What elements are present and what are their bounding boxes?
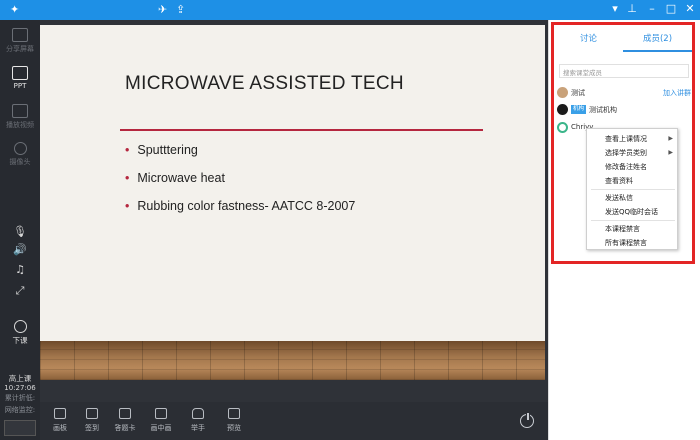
camera-label: 摄像头 <box>9 158 31 166</box>
menu-item-select-category[interactable]: 选择学员类别 <box>605 148 647 158</box>
slide-bullet-list: • Sputttering • Microwave heat • Rubbing co… <box>125 143 355 227</box>
tab-members[interactable]: 成员(2) <box>623 32 692 52</box>
slide-bullet: • Microwave heat <box>125 171 355 185</box>
answer-card-label: 答题卡 <box>114 424 136 432</box>
ppt-label: PPT <box>13 82 27 90</box>
submenu-arrow-icon: ▶ <box>668 149 673 156</box>
menu-separator <box>591 220 675 221</box>
camera-button[interactable]: 摄像头 <box>0 142 40 167</box>
share-screen-label: 分享屏幕 <box>6 45 34 53</box>
play-video-icon <box>12 104 28 118</box>
menu-item-mute-course[interactable]: 本课程禁言 <box>605 224 640 234</box>
app-logo-icon: ✦ <box>10 3 20 16</box>
member-context-menu: 查看上课情况 ▶ 选择学员类别 ▶ 修改备注姓名 查看资料 发送私信 发送QQ临… <box>586 128 678 250</box>
preview-button[interactable]: 预览 <box>219 408 249 433</box>
share-screen-icon <box>12 28 28 42</box>
menu-item-mute-all[interactable]: 所有课程禁言 <box>605 238 647 248</box>
microphone-icon[interactable]: 🎙 <box>0 225 40 238</box>
submenu-arrow-icon: ▶ <box>668 135 673 142</box>
classroom-app: ✦ ✈ ⇪ ▾ ⊥ – □ ✕ 分享屏幕 PPT 播放视频 摄像头 🎙 🔊 ♫ … <box>0 0 700 440</box>
slide-title: MICROWAVE ASSISTED TECH <box>125 73 404 94</box>
member-name: 测试 <box>571 89 585 97</box>
maximize-icon[interactable]: □ <box>664 2 678 16</box>
bullet-dot-icon: • <box>125 171 130 185</box>
member-search-input[interactable]: 搜索课堂成员 <box>559 64 689 78</box>
picture-in-picture-button[interactable]: 画中画 <box>146 408 176 433</box>
preview-icon <box>228 408 240 419</box>
close-icon[interactable]: ✕ <box>683 2 697 16</box>
title-bar: ✦ ✈ ⇪ ▾ ⊥ – □ ✕ <box>0 0 700 20</box>
whiteboard-label: 画板 <box>53 424 67 432</box>
role-badge: 机构 <box>571 105 587 114</box>
member-name: 测试机构 <box>589 106 617 114</box>
preview-label: 预览 <box>227 424 241 432</box>
bottom-toolbar: 画板 签到 答题卡 画中画 举手 预览 <box>40 402 548 440</box>
slide-bullet-text: Microwave heat <box>137 171 225 185</box>
end-class-button[interactable]: 下课 <box>0 320 40 346</box>
menu-item-view-attendance[interactable]: 查看上课情况 <box>605 134 647 144</box>
slide-bullet-text: Sputttering <box>137 143 198 157</box>
bullet-dot-icon: • <box>125 199 130 213</box>
member-item[interactable]: 测试 加入讲群 <box>557 87 693 101</box>
raise-hand-label: 举手 <box>191 424 205 432</box>
power-icon[interactable] <box>520 412 534 428</box>
left-sidebar: 分享屏幕 PPT 播放视频 摄像头 🎙 🔊 ♫ ⤢ 下课 高上课 10:27:0… <box>0 20 40 440</box>
minimize-icon[interactable]: – <box>645 2 659 16</box>
status-line-1: 累计折低: <box>4 394 36 402</box>
speaker-icon[interactable]: 🔊 <box>0 243 40 256</box>
camera-icon <box>13 142 27 155</box>
end-class-label: 下课 <box>12 336 28 345</box>
slide-bullet: • Sputttering <box>125 143 355 157</box>
avatar <box>557 87 568 98</box>
pin-icon[interactable]: ⊥ <box>625 2 639 16</box>
menu-item-send-qq[interactable]: 发送QQ临时会话 <box>605 207 658 217</box>
join-group-link[interactable]: 加入讲群 <box>663 88 691 98</box>
menu-item-view-profile[interactable]: 查看资料 <box>605 176 633 186</box>
answer-card-button[interactable]: 答题卡 <box>110 408 140 433</box>
menu-item-edit-remark[interactable]: 修改备注姓名 <box>605 162 647 172</box>
main-stage: MICROWAVE ASSISTED TECH • Sputttering • Mi… <box>40 20 548 402</box>
share-icon[interactable]: ⇪ <box>176 3 185 17</box>
play-video-button[interactable]: 播放视频 <box>0 104 40 130</box>
answer-card-icon <box>119 408 131 419</box>
sign-in-label: 签到 <box>85 424 99 432</box>
class-timer: 10:27:06 <box>4 384 36 392</box>
menu-separator <box>591 189 675 190</box>
fullscreen-icon[interactable]: ⤢ <box>0 284 40 298</box>
music-icon[interactable]: ♫ <box>0 263 40 276</box>
slide-divider <box>120 129 483 131</box>
sign-in-button[interactable]: 签到 <box>77 408 107 433</box>
ppt-button[interactable]: PPT <box>0 66 40 90</box>
picture-in-picture-label: 画中画 <box>150 424 172 432</box>
whiteboard-button[interactable]: 画板 <box>45 408 75 433</box>
hand-icon <box>192 408 204 419</box>
dropdown-icon[interactable]: ▾ <box>608 2 622 16</box>
class-status-title: 高上课 <box>8 374 32 383</box>
ppt-slide: MICROWAVE ASSISTED TECH • Sputttering • Mi… <box>40 25 545 380</box>
picture-in-picture-icon <box>155 408 167 419</box>
slide-bullet: • Rubbing color fastness- AATCC 8-2007 <box>125 199 355 213</box>
panel-tabs: 讨论 成员(2) <box>554 32 692 54</box>
slide-bullet-text: Rubbing color fastness- AATCC 8-2007 <box>137 199 356 213</box>
power-icon <box>13 320 27 333</box>
menu-item-send-message[interactable]: 发送私信 <box>605 193 633 203</box>
network-indicator <box>4 420 36 436</box>
tab-discussion[interactable]: 讨论 <box>554 32 623 44</box>
avatar <box>557 122 568 133</box>
slide-wood-floor <box>40 341 545 380</box>
calendar-icon <box>86 408 98 419</box>
raise-hand-button[interactable]: 举手 <box>183 408 213 433</box>
play-video-label: 播放视频 <box>6 121 34 129</box>
bullet-dot-icon: • <box>125 143 130 157</box>
ppt-icon <box>12 66 28 80</box>
whiteboard-icon <box>54 408 66 419</box>
share-screen-button[interactable]: 分享屏幕 <box>0 28 40 54</box>
airplane-icon[interactable]: ✈ <box>158 3 167 17</box>
status-line-2: 网络监控: <box>4 406 36 414</box>
avatar <box>557 104 568 115</box>
member-item[interactable]: 机构 测试机构 <box>557 104 693 118</box>
